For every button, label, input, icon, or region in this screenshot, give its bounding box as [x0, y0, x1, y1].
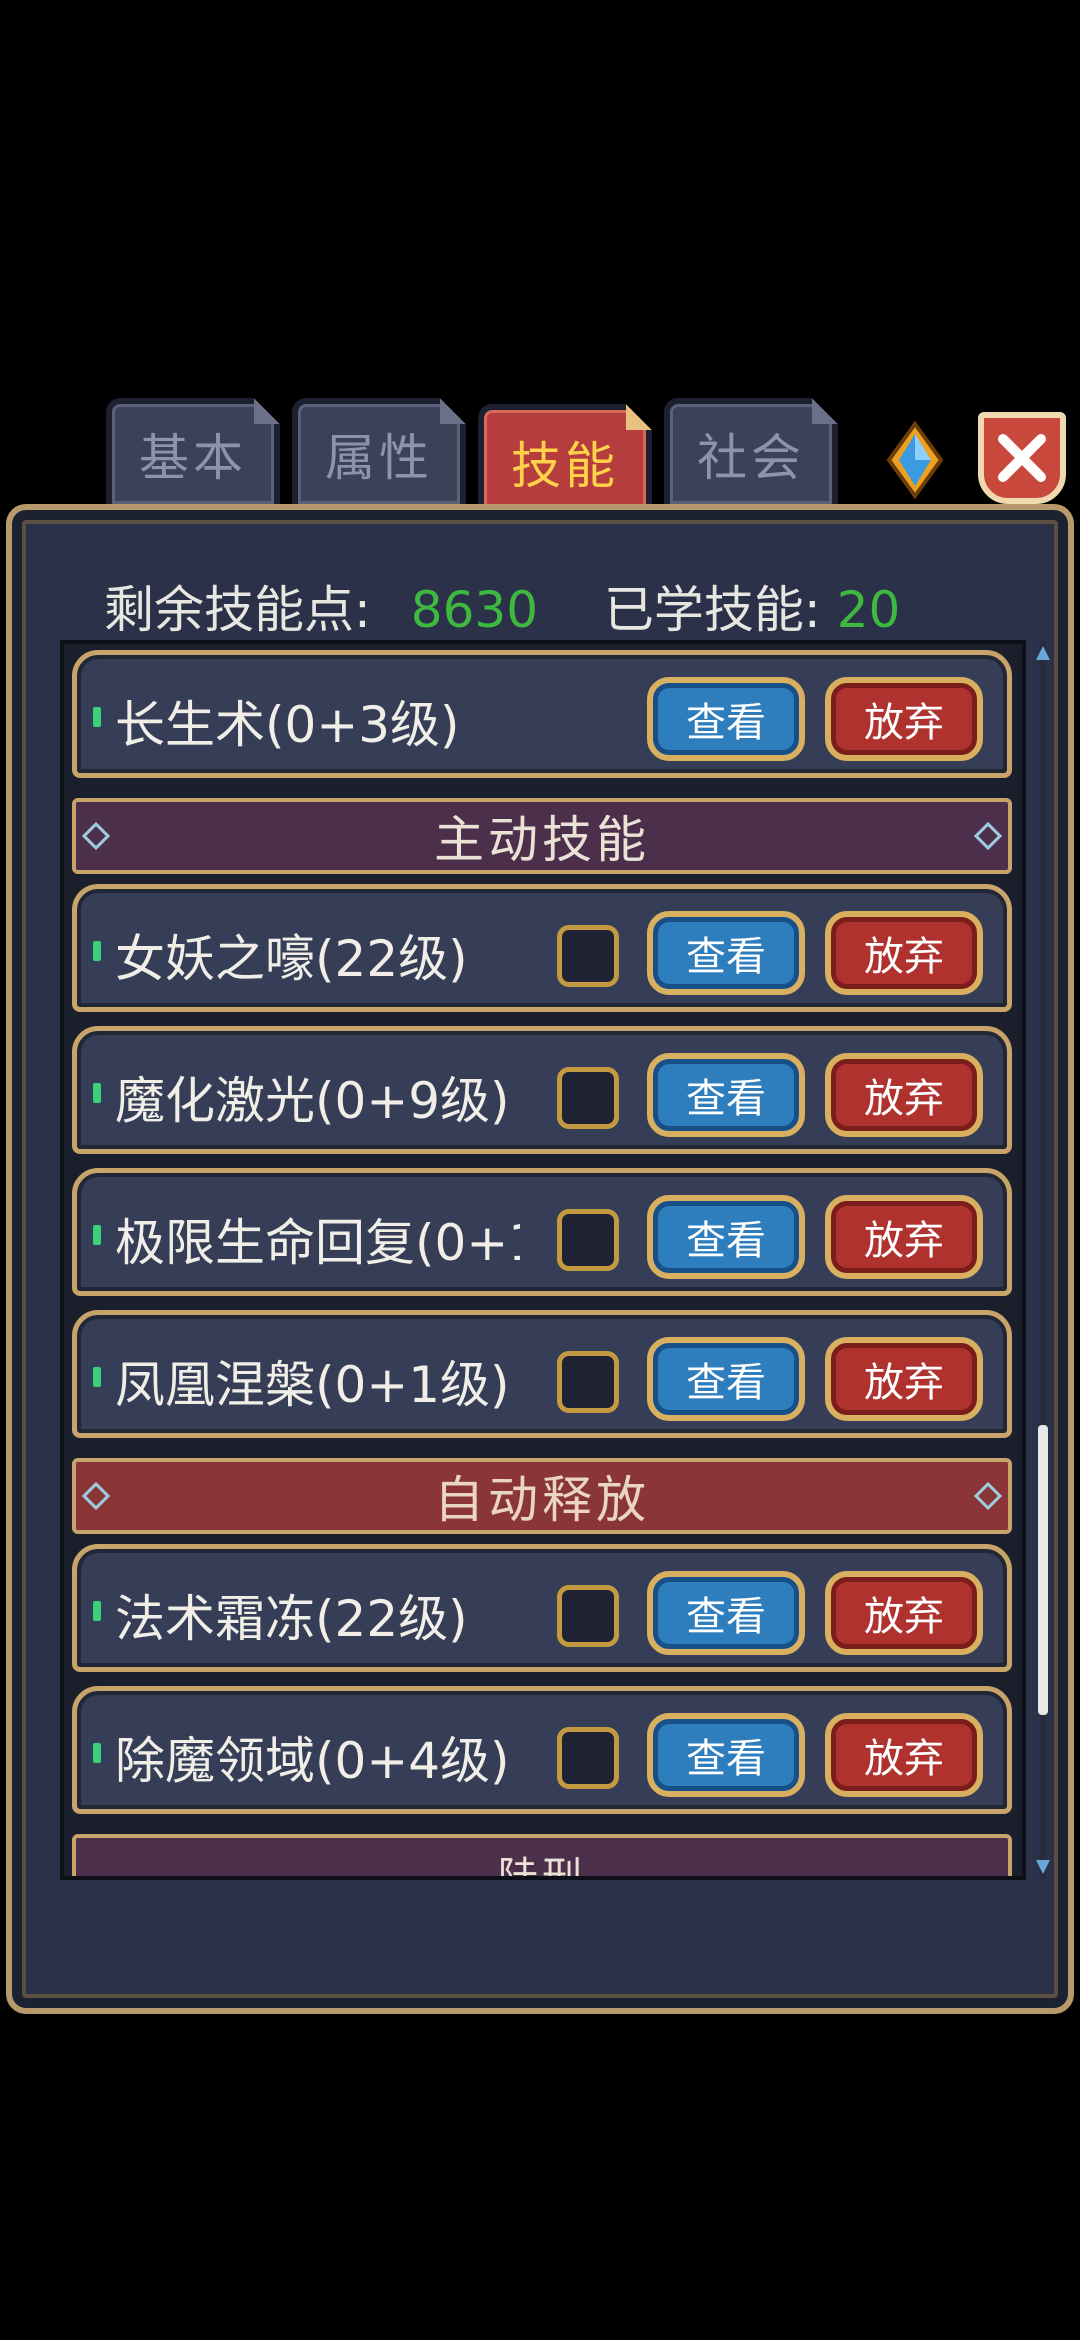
tab-attributes[interactable]: 属性 — [292, 398, 466, 510]
abandon-button[interactable]: 放弃 — [825, 1713, 983, 1797]
remaining-points-value: 8630 — [410, 581, 539, 639]
skill-name: 女妖之嚎(22级) — [115, 930, 468, 988]
view-button[interactable]: 查看 — [647, 1195, 805, 1279]
view-button[interactable]: 查看 — [647, 1571, 805, 1655]
section-title: 自动释放 — [434, 1471, 650, 1529]
view-button[interactable]: 查看 — [647, 1713, 805, 1797]
section-header-auto-release: 自动释放 — [72, 1458, 1012, 1534]
remaining-points-label: 剩余技能点: — [104, 581, 371, 639]
skill-row: 凤凰涅槃(0+1级) 查看 放弃 — [72, 1310, 1012, 1438]
tab-label: 技能 — [511, 437, 619, 495]
row-marker — [93, 707, 101, 727]
tab-label: 属性 — [325, 429, 433, 487]
tab-label: 基本 — [139, 429, 247, 487]
section-title: 主动技能 — [434, 811, 650, 869]
row-marker — [93, 1367, 101, 1387]
learned-skills-label: 已学技能: — [603, 581, 821, 639]
skill-list[interactable]: 长生术(0+3级) 查看 放弃 主动技能 女妖之嚎(22级) 查看 放弃 魔化激… — [60, 640, 1026, 1880]
diamond-icon[interactable] — [885, 420, 945, 500]
auto-cast-checkbox[interactable] — [557, 1351, 619, 1413]
row-marker — [93, 1083, 101, 1103]
close-button[interactable] — [978, 412, 1066, 504]
scrollbar-thumb[interactable] — [1038, 1425, 1048, 1715]
view-button[interactable]: 查看 — [647, 1053, 805, 1137]
skill-row: 法术霜冻(22级) 查看 放弃 — [72, 1544, 1012, 1672]
abandon-button[interactable]: 放弃 — [825, 1195, 983, 1279]
section-header-active-skills: 主动技能 — [72, 798, 1012, 874]
skill-name: 极限生命回复(0+1级) — [115, 1214, 520, 1272]
abandon-button[interactable]: 放弃 — [825, 1053, 983, 1137]
skill-name: 法术霜冻(22级) — [115, 1590, 468, 1648]
skill-name: 凤凰涅槃(0+1级) — [115, 1356, 510, 1414]
section-header-partial: 陆刑 — [72, 1834, 1012, 1880]
skill-row: 魔化激光(0+9级) 查看 放弃 — [72, 1026, 1012, 1154]
row-marker — [93, 1743, 101, 1763]
view-button[interactable]: 查看 — [647, 911, 805, 995]
deco-diamond — [81, 821, 111, 851]
tab-skills[interactable]: 技能 — [478, 404, 652, 520]
view-button[interactable]: 查看 — [647, 677, 805, 761]
auto-cast-checkbox[interactable] — [557, 1209, 619, 1271]
row-marker — [93, 1601, 101, 1621]
auto-cast-checkbox[interactable] — [557, 925, 619, 987]
deco-diamond — [973, 821, 1003, 851]
skill-name: 长生术(0+3级) — [115, 696, 460, 754]
deco-diamond — [81, 1481, 111, 1511]
section-title: 陆刑 — [498, 1854, 586, 1880]
skill-row: 极限生命回复(0+1级) 查看 放弃 — [72, 1168, 1012, 1296]
abandon-button[interactable]: 放弃 — [825, 1571, 983, 1655]
view-button[interactable]: 查看 — [647, 1337, 805, 1421]
auto-cast-checkbox[interactable] — [557, 1067, 619, 1129]
auto-cast-checkbox[interactable] — [557, 1727, 619, 1789]
row-marker — [93, 1225, 101, 1245]
skill-name: 魔化激光(0+9级) — [115, 1072, 510, 1130]
skill-row: 除魔领域(0+4级) 查看 放弃 — [72, 1686, 1012, 1814]
skill-stats: 剩余技能点: 8630 已学技能: 20 — [104, 570, 900, 642]
skill-row: 长生术(0+3级) 查看 放弃 — [72, 650, 1012, 778]
tab-social[interactable]: 社会 — [664, 398, 838, 510]
skill-row: 女妖之嚎(22级) 查看 放弃 — [72, 884, 1012, 1012]
abandon-button[interactable]: 放弃 — [825, 677, 983, 761]
deco-diamond — [973, 1481, 1003, 1511]
row-marker — [93, 941, 101, 961]
skill-name: 除魔领域(0+4级) — [115, 1732, 510, 1790]
learned-skills-value: 20 — [836, 581, 901, 639]
tab-label: 社会 — [697, 429, 805, 487]
tab-basic[interactable]: 基本 — [106, 398, 280, 510]
abandon-button[interactable]: 放弃 — [825, 911, 983, 995]
abandon-button[interactable]: 放弃 — [825, 1337, 983, 1421]
close-icon — [998, 434, 1046, 482]
auto-cast-checkbox[interactable] — [557, 1585, 619, 1647]
